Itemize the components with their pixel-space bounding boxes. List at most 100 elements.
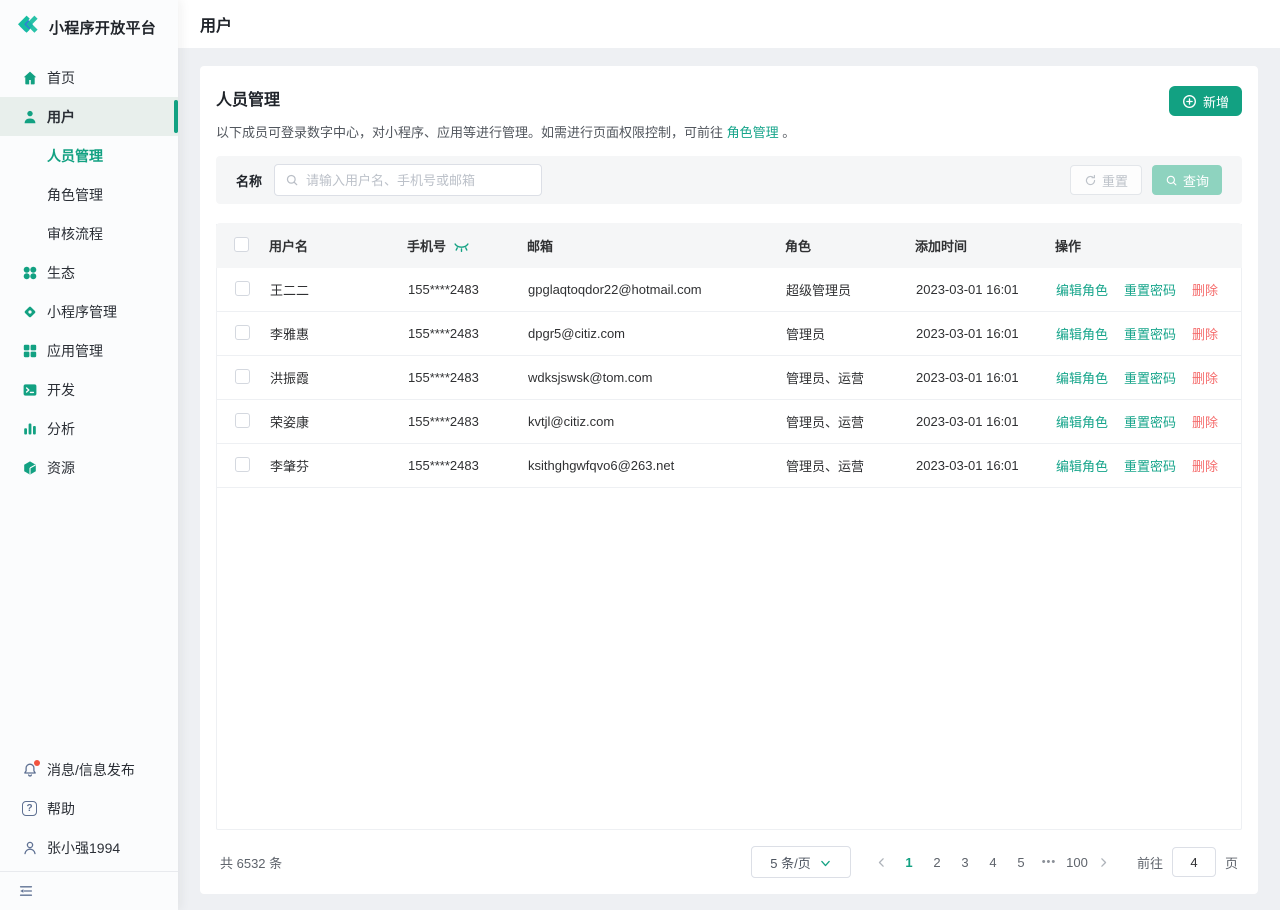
edit-role-link[interactable]: 编辑角色 (1056, 412, 1108, 431)
reset-password-link[interactable]: 重置密码 (1124, 324, 1176, 343)
sidebar-item-account[interactable]: 张小强1994 (0, 828, 178, 867)
account-icon (22, 840, 38, 856)
cell-phone: 155****2483 (408, 370, 528, 385)
app-logo: 小程序开放平台 (0, 0, 178, 50)
table-row: 李雅惠 155****2483 dpgr5@citiz.com 管理员 2023… (217, 312, 1241, 356)
staff-management-card: 人员管理 新增 以下成员可登录数字中心，对小程序、应用等进行管理。如需进行页面权… (200, 66, 1258, 894)
sidebar-item-help[interactable]: ?帮助 (0, 789, 178, 828)
delete-link[interactable]: 删除 (1192, 280, 1218, 299)
sidebar-item-label: 角色管理 (47, 185, 103, 205)
collapse-sidebar-button[interactable] (0, 872, 178, 910)
delete-link[interactable]: 删除 (1192, 368, 1218, 387)
sidebar-item-staff-management[interactable]: 人员管理 (0, 136, 178, 175)
row-checkbox[interactable] (235, 369, 250, 384)
delete-link[interactable]: 删除 (1192, 456, 1218, 475)
cell-email: gpglaqtoqdor22@hotmail.com (528, 282, 786, 297)
sidebar-item-ecosystem[interactable]: 生态 (0, 253, 178, 292)
topbar: 用户 (178, 0, 1280, 48)
sidebar-item-users[interactable]: 用户 (0, 97, 178, 136)
sidebar-item-label: 开发 (47, 380, 75, 400)
pager-more[interactable]: ••• (1035, 856, 1063, 868)
edit-role-link[interactable]: 编辑角色 (1056, 368, 1108, 387)
cell-username: 洪振霞 (270, 368, 408, 387)
name-search-input[interactable] (306, 173, 531, 188)
page-numbers: 12345•••100 (895, 855, 1091, 870)
sidebar-item-messages[interactable]: 消息/信息发布 (0, 750, 178, 789)
edit-role-link[interactable]: 编辑角色 (1056, 280, 1108, 299)
pager-page-100[interactable]: 100 (1063, 855, 1091, 870)
sidebar-item-home[interactable]: 首页 (0, 58, 178, 97)
next-page-button[interactable] (1091, 856, 1117, 869)
collapse-sidebar-icon (18, 883, 34, 899)
pager-page-3[interactable]: 3 (951, 855, 979, 870)
user-icon (22, 109, 38, 125)
col-header-role: 角色 (785, 236, 915, 255)
reset-password-link[interactable]: 重置密码 (1124, 456, 1176, 475)
prev-page-button[interactable] (869, 856, 895, 869)
table-row: 李肇芬 155****2483 ksithghgwfqvo6@263.net 管… (217, 444, 1241, 488)
reset-password-link[interactable]: 重置密码 (1124, 412, 1176, 431)
cell-username: 王二二 (270, 280, 408, 299)
cell-phone: 155****2483 (408, 282, 528, 297)
table-body: 王二二 155****2483 gpglaqtoqdor22@hotmail.c… (217, 268, 1241, 488)
pager: 12345•••100 (869, 855, 1117, 870)
pagination-bar: 共 6532 条 5 条/页 12345•••100 (216, 830, 1242, 894)
edit-role-link[interactable]: 编辑角色 (1056, 324, 1108, 343)
row-checkbox[interactable] (235, 413, 250, 428)
sidebar-item-app-management[interactable]: 应用管理 (0, 331, 178, 370)
sidebar-item-analytics[interactable]: 分析 (0, 409, 178, 448)
page-description: 以下成员可登录数字中心，对小程序、应用等进行管理。如需进行页面权限控制，可前往 … (216, 124, 1242, 142)
miniprogram-icon (22, 304, 38, 320)
cell-username: 李肇芬 (270, 456, 408, 475)
delete-link[interactable]: 删除 (1192, 324, 1218, 343)
cell-username: 荣姿康 (270, 412, 408, 431)
sidebar-item-review-flow[interactable]: 审核流程 (0, 214, 178, 253)
help-icon: ? (22, 801, 38, 817)
cell-time: 2023-03-01 16:01 (916, 326, 1056, 341)
cell-time: 2023-03-01 16:01 (916, 414, 1056, 429)
app-title: 小程序开放平台 (49, 17, 156, 38)
sidebar-item-role-management[interactable]: 角色管理 (0, 175, 178, 214)
sidebar-item-development[interactable]: 开发 (0, 370, 178, 409)
goto-page-input[interactable] (1172, 847, 1216, 877)
cell-phone: 155****2483 (408, 414, 528, 429)
eye-closed-icon[interactable] (453, 242, 470, 253)
sidebar: 小程序开放平台 首页用户人员管理角色管理审核流程生态小程序管理应用管理开发分析资… (0, 0, 178, 910)
name-filter-label: 名称 (236, 171, 262, 190)
total-count: 共 6532 条 (220, 853, 282, 872)
pager-page-1[interactable]: 1 (895, 855, 923, 870)
edit-role-link[interactable]: 编辑角色 (1056, 456, 1108, 475)
row-checkbox[interactable] (235, 325, 250, 340)
sidebar-item-label: 张小强1994 (47, 838, 120, 858)
description-suffix: 。 (779, 125, 796, 140)
dev-icon (22, 382, 38, 398)
cell-role: 管理员、运营 (786, 456, 916, 475)
sidebar-item-miniprogram-management[interactable]: 小程序管理 (0, 292, 178, 331)
add-user-button[interactable]: 新增 (1169, 86, 1242, 116)
page-size-select[interactable]: 5 条/页 (751, 846, 851, 878)
reset-password-link[interactable]: 重置密码 (1124, 368, 1176, 387)
name-search-field[interactable] (274, 164, 542, 196)
reset-button[interactable]: 重置 (1070, 165, 1142, 195)
delete-link[interactable]: 删除 (1192, 412, 1218, 431)
pager-page-4[interactable]: 4 (979, 855, 1007, 870)
row-checkbox[interactable] (235, 281, 250, 296)
cell-role: 管理员、运营 (786, 368, 916, 387)
cell-email: kvtjl@citiz.com (528, 414, 786, 429)
pager-page-5[interactable]: 5 (1007, 855, 1035, 870)
row-checkbox[interactable] (235, 457, 250, 472)
select-all-checkbox[interactable] (234, 237, 249, 252)
ecosystem-icon (22, 265, 38, 281)
table-row: 荣姿康 155****2483 kvtjl@citiz.com 管理员、运营 2… (217, 400, 1241, 444)
sidebar-item-label: 消息/信息发布 (47, 760, 135, 780)
table-row: 王二二 155****2483 gpglaqtoqdor22@hotmail.c… (217, 268, 1241, 312)
sidebar-item-label: 用户 (47, 107, 75, 127)
sidebar-item-resources[interactable]: 资源 (0, 448, 178, 487)
query-button[interactable]: 查询 (1152, 165, 1222, 195)
reset-password-link[interactable]: 重置密码 (1124, 280, 1176, 299)
role-management-link[interactable]: 角色管理 (727, 125, 779, 140)
col-header-time: 添加时间 (915, 236, 1055, 255)
sidebar-item-label: 分析 (47, 419, 75, 439)
add-user-label: 新增 (1203, 92, 1229, 111)
pager-page-2[interactable]: 2 (923, 855, 951, 870)
